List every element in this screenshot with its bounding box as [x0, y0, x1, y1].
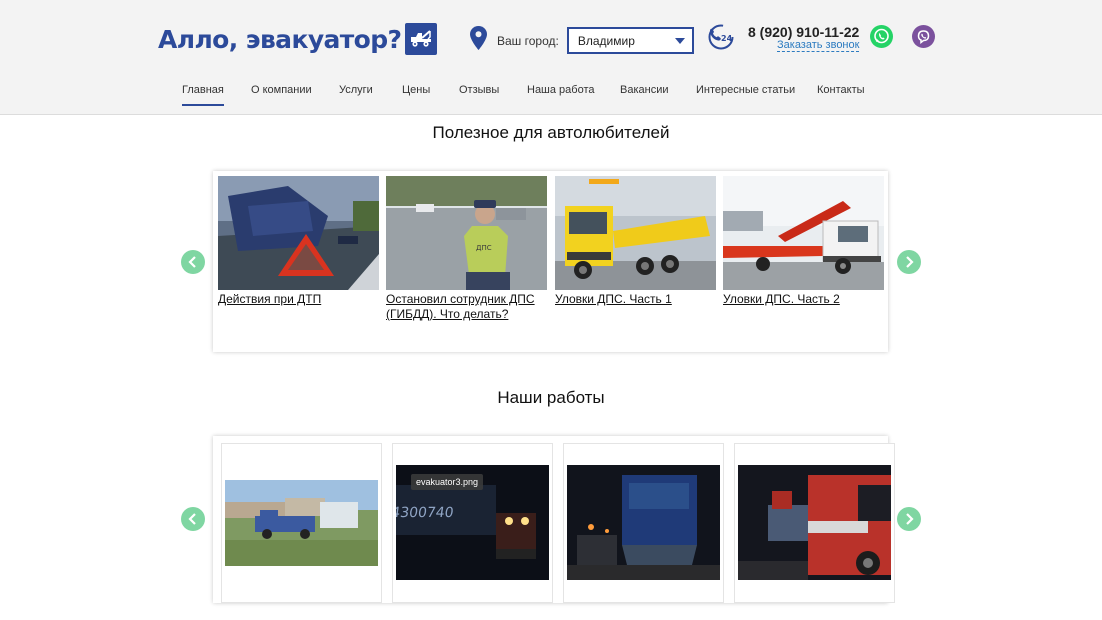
article-card[interactable]: Действия при ДТП — [218, 176, 379, 307]
main-nav: Главная О компании Услуги Цены Отзывы На… — [0, 84, 1102, 106]
nav-item-articles[interactable]: Интересные статьи — [696, 84, 795, 96]
logo[interactable]: Алло, эвакуатор? — [158, 22, 438, 56]
svg-text:24: 24 — [721, 34, 733, 43]
chevron-down-icon — [674, 38, 685, 44]
city-select[interactable]: Владимир — [566, 27, 694, 54]
articles-prev-arrow[interactable] — [181, 250, 205, 274]
callback-link[interactable]: Заказать звонок — [777, 39, 860, 52]
nav-item-home[interactable]: Главная — [182, 84, 224, 106]
article-image-accident — [218, 176, 379, 290]
city-select-value: Владимир — [577, 34, 635, 48]
articles-section-title: Полезное для автолюбителей — [432, 123, 670, 142]
article-card[interactable]: Уловки ДПС. Часть 2 — [723, 176, 884, 307]
logo-text: Алло, эвакуатор? — [158, 24, 402, 54]
dps-badge-text: ДПС — [476, 244, 492, 252]
viber-icon[interactable] — [912, 25, 935, 53]
image-filename-tooltip: evakuator3.png — [411, 474, 484, 490]
nav-item-about[interactable]: О компании — [251, 84, 312, 96]
nav-item-our-work[interactable]: Наша работа — [527, 84, 595, 96]
work-image-damaged-truck — [567, 465, 720, 580]
work-card[interactable] — [221, 443, 382, 603]
article-title[interactable]: Остановил сотрудник ДПС (ГИБДД). Что дел… — [386, 292, 547, 322]
truck-plate-text: 4300740 — [396, 505, 455, 521]
tow-truck-logo-icon — [405, 23, 438, 55]
work-image-field-truck — [225, 480, 378, 566]
phone-24-icon: 24 — [708, 24, 734, 55]
article-image-yellow-tow-truck — [555, 176, 716, 290]
nav-item-prices[interactable]: Цены — [402, 84, 430, 96]
works-prev-arrow[interactable] — [181, 507, 205, 531]
city-label: Ваш город: — [497, 33, 559, 48]
articles-next-arrow[interactable] — [897, 250, 921, 274]
city-selector: Ваш город: Владимир — [470, 26, 694, 55]
chevron-left-icon — [188, 513, 196, 525]
nav-item-services[interactable]: Услуги — [339, 84, 373, 96]
whatsapp-icon[interactable] — [870, 25, 893, 53]
chevron-right-icon — [906, 256, 914, 268]
site-header: Алло, эвакуатор? Ваш город: Владимир 24 … — [0, 0, 1102, 115]
article-image-crane-truck — [723, 176, 884, 290]
works-section-title: Наши работы — [497, 388, 605, 407]
article-card[interactable]: Уловки ДПС. Часть 1 — [555, 176, 716, 307]
article-title[interactable]: Уловки ДПС. Часть 2 — [723, 292, 884, 307]
article-title[interactable]: Уловки ДПС. Часть 1 — [555, 292, 716, 307]
article-title[interactable]: Действия при ДТП — [218, 292, 379, 307]
nav-item-vacancies[interactable]: Вакансии — [620, 84, 669, 96]
article-image-traffic-police: ДПС — [386, 176, 547, 290]
article-card[interactable]: ДПС Остановил сотрудник ДПС (ГИБДД). Что… — [386, 176, 547, 322]
work-card[interactable] — [563, 443, 724, 603]
work-image-red-tow-night — [738, 465, 891, 580]
work-card[interactable] — [734, 443, 895, 603]
phone-number[interactable]: 8 (920) 910-11-22 — [748, 24, 859, 40]
chevron-right-icon — [906, 513, 914, 525]
nav-item-reviews[interactable]: Отзывы — [459, 84, 499, 96]
works-carousel: 4300740 evakuator3.png — [213, 436, 895, 603]
articles-carousel: Действия при ДТП ДПС Остановил сотрудник… — [213, 171, 888, 352]
nav-item-contacts[interactable]: Контакты — [817, 84, 865, 96]
location-pin-icon — [470, 26, 487, 55]
chevron-left-icon — [188, 256, 196, 268]
works-next-arrow[interactable] — [897, 507, 921, 531]
work-card[interactable]: 4300740 evakuator3.png — [392, 443, 553, 603]
